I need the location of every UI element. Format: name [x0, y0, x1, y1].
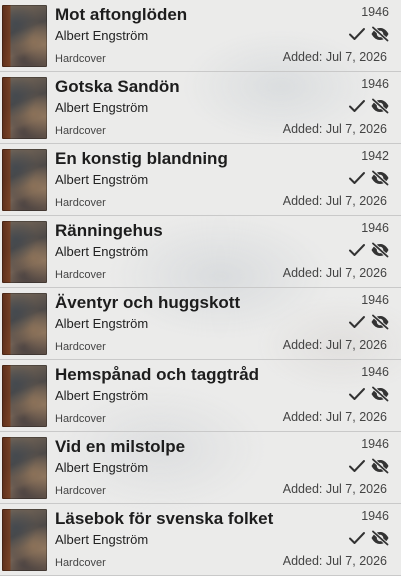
book-added-date: Added: Jul 7, 2026: [282, 338, 387, 352]
book-cover[interactable]: [2, 5, 47, 67]
book-author: Albert Engström: [55, 388, 149, 403]
book-year: 1946: [361, 437, 389, 451]
book-row[interactable]: En konstig blandning Albert Engström Har…: [0, 144, 401, 216]
eye-off-icon[interactable]: [370, 458, 390, 474]
book-title: En konstig blandning: [55, 149, 228, 168]
book-title: Ränningehus: [55, 221, 163, 240]
book-row[interactable]: Gotska Sandön Albert Engström Hardcover …: [0, 72, 401, 144]
book-cover[interactable]: [2, 437, 47, 499]
book-row[interactable]: Hemspånad och taggtråd Albert Engström H…: [0, 360, 401, 432]
book-added-date: Added: Jul 7, 2026: [282, 554, 387, 568]
book-year: 1946: [361, 293, 389, 307]
book-author: Albert Engström: [55, 172, 149, 187]
book-list: Mot aftonglöden Albert Engström Hardcove…: [0, 0, 401, 576]
book-status-icons: [348, 529, 390, 547]
book-status-icons: [348, 25, 390, 43]
book-added-date: Added: Jul 7, 2026: [282, 50, 387, 64]
book-status-icons: [348, 169, 390, 187]
book-year: 1946: [361, 77, 389, 91]
book-added-date: Added: Jul 7, 2026: [282, 122, 387, 136]
book-title: Mot aftonglöden: [55, 5, 188, 24]
book-format: Hardcover: [55, 125, 106, 137]
book-year: 1946: [361, 221, 389, 235]
book-year: 1946: [361, 509, 389, 523]
book-format: Hardcover: [55, 341, 106, 353]
book-author: Albert Engström: [55, 460, 149, 475]
checkmark-icon[interactable]: [348, 170, 366, 186]
book-year: 1946: [361, 365, 389, 379]
book-format: Hardcover: [55, 269, 106, 281]
book-row[interactable]: Läsebok för svenska folket Albert Engstr…: [0, 504, 401, 576]
book-row[interactable]: Mot aftonglöden Albert Engström Hardcove…: [0, 0, 401, 72]
book-author: Albert Engström: [55, 244, 149, 259]
book-title: Vid en milstolpe: [55, 437, 186, 456]
book-author: Albert Engström: [55, 100, 149, 115]
book-author: Albert Engström: [55, 316, 149, 331]
checkmark-icon[interactable]: [348, 26, 366, 42]
book-cover[interactable]: [2, 221, 47, 283]
eye-off-icon[interactable]: [370, 386, 390, 402]
book-status-icons: [348, 313, 390, 331]
checkmark-icon[interactable]: [348, 530, 366, 546]
book-added-date: Added: Jul 7, 2026: [282, 194, 387, 208]
book-status-icons: [348, 457, 390, 475]
book-year: 1942: [361, 149, 389, 163]
checkmark-icon[interactable]: [348, 458, 366, 474]
book-row[interactable]: Vid en milstolpe Albert Engström Hardcov…: [0, 432, 401, 504]
book-status-icons: [348, 385, 390, 403]
book-status-icons: [348, 97, 390, 115]
checkmark-icon[interactable]: [348, 242, 366, 258]
checkmark-icon[interactable]: [348, 98, 366, 114]
book-author: Albert Engström: [55, 532, 149, 547]
book-title: Äventyr och huggskott: [55, 293, 241, 312]
checkmark-icon[interactable]: [348, 386, 366, 402]
book-cover[interactable]: [2, 509, 47, 571]
book-row[interactable]: Ränningehus Albert Engström Hardcover 19…: [0, 216, 401, 288]
book-format: Hardcover: [55, 485, 106, 497]
book-format: Hardcover: [55, 413, 106, 425]
book-title: Gotska Sandön: [55, 77, 180, 96]
book-format: Hardcover: [55, 197, 106, 209]
book-status-icons: [348, 241, 390, 259]
eye-off-icon[interactable]: [370, 98, 390, 114]
book-author: Albert Engström: [55, 28, 149, 43]
book-added-date: Added: Jul 7, 2026: [282, 482, 387, 496]
book-year: 1946: [361, 5, 389, 19]
book-cover[interactable]: [2, 293, 47, 355]
book-title: Läsebok för svenska folket: [55, 509, 274, 528]
book-format: Hardcover: [55, 557, 106, 569]
book-row[interactable]: Äventyr och huggskott Albert Engström Ha…: [0, 288, 401, 360]
eye-off-icon[interactable]: [370, 26, 390, 42]
eye-off-icon[interactable]: [370, 242, 390, 258]
book-added-date: Added: Jul 7, 2026: [282, 266, 387, 280]
book-format: Hardcover: [55, 53, 106, 65]
book-title: Hemspånad och taggtråd: [55, 365, 260, 384]
book-cover[interactable]: [2, 77, 47, 139]
eye-off-icon[interactable]: [370, 530, 390, 546]
checkmark-icon[interactable]: [348, 314, 366, 330]
book-cover[interactable]: [2, 149, 47, 211]
eye-off-icon[interactable]: [370, 170, 390, 186]
book-added-date: Added: Jul 7, 2026: [282, 410, 387, 424]
eye-off-icon[interactable]: [370, 314, 390, 330]
book-cover[interactable]: [2, 365, 47, 427]
